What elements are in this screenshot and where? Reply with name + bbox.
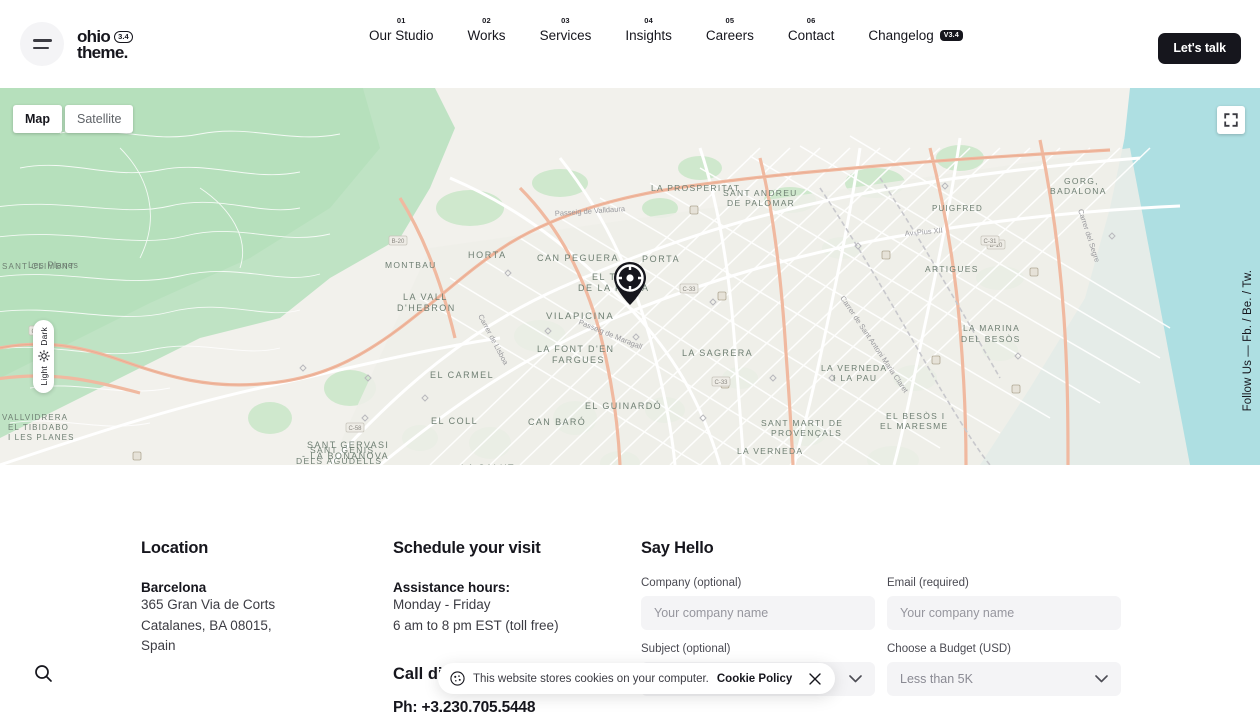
location-column: Location Barcelona 365 Gran Via de Corts… — [141, 539, 351, 657]
nav-label: Careers — [706, 28, 754, 43]
company-input[interactable] — [641, 596, 875, 630]
theme-toggle-light-label[interactable]: Light — [39, 366, 49, 385]
map-type-satellite-button[interactable]: Satellite — [65, 105, 133, 133]
nav-label: Services — [540, 28, 592, 43]
cookie-policy-link[interactable]: Cookie Policy — [717, 673, 792, 685]
field-label-subject: Subject (optional) — [641, 643, 875, 655]
search-icon[interactable] — [30, 660, 56, 686]
nav-item-changelog[interactable]: Changelog V3.4 — [851, 28, 963, 43]
site-header: ohio 3.4 theme. 01 Our Studio 02 Works 0… — [0, 0, 1260, 88]
field-email: Email (required) — [887, 577, 1121, 630]
social-link-twitter[interactable]: Tw. — [1242, 270, 1254, 288]
follow-us-label: Follow Us — [1242, 360, 1254, 411]
assistance-hours-line: 6 am to 8 pm EST (toll free) — [393, 616, 613, 637]
nav-label: Contact — [788, 28, 835, 43]
chevron-down-icon — [849, 675, 862, 683]
fullscreen-icon[interactable] — [1217, 106, 1245, 134]
phone-number[interactable]: Ph: +3.230.705.5448 — [393, 699, 613, 717]
cookie-icon — [450, 671, 465, 686]
budget-select[interactable]: Less than 5K — [887, 662, 1121, 696]
nav-label: Insights — [625, 28, 672, 43]
nav-item-services[interactable]: 03 Services — [523, 28, 609, 43]
brand-version-badge: 3.4 — [114, 31, 133, 44]
chevron-down-icon — [1095, 675, 1108, 683]
brand-logo[interactable]: ohio 3.4 theme. — [77, 29, 133, 60]
email-input[interactable] — [887, 596, 1121, 630]
assistance-hours-line: Monday - Friday — [393, 595, 613, 616]
nav-item-careers[interactable]: 05 Careers — [689, 28, 771, 43]
location-city: Barcelona — [141, 580, 351, 595]
theme-toggle-dark-label[interactable]: Dark — [39, 327, 49, 346]
location-title: Location — [141, 539, 351, 558]
map-type-map-button[interactable]: Map — [13, 105, 62, 133]
nav-item-works[interactable]: 02 Works — [451, 28, 523, 43]
budget-select-value: Less than 5K — [900, 672, 973, 686]
field-budget: Choose a Budget (USD) Less than 5K — [887, 643, 1121, 696]
say-hello-title: Say Hello — [641, 539, 1121, 558]
map-type-toggle: Map Satellite — [13, 105, 133, 133]
brand-name-line2: theme. — [77, 45, 133, 61]
nav-number: 05 — [725, 16, 734, 25]
nav-item-contact[interactable]: 06 Contact — [771, 28, 852, 43]
hamburger-menu-icon[interactable] — [20, 22, 64, 66]
follow-separator: / — [1242, 291, 1254, 294]
cookie-banner: This website stores cookies on your comp… — [438, 663, 835, 694]
changelog-version-badge: V3.4 — [940, 30, 963, 42]
lets-talk-button[interactable]: Let's talk — [1158, 33, 1241, 64]
nav-number: 06 — [807, 16, 816, 25]
map-theme-toggle[interactable]: Dark Light — [33, 320, 54, 393]
field-company: Company (optional) — [641, 577, 875, 630]
assistance-hours-label: Assistance hours: — [393, 580, 613, 595]
location-address-line: Catalanes, BA 08015, — [141, 616, 351, 637]
nav-item-our-studio[interactable]: 01 Our Studio — [352, 28, 451, 43]
social-link-facebook[interactable]: Fb. — [1242, 325, 1254, 342]
nav-number: 02 — [482, 16, 491, 25]
nav-number: 03 — [561, 16, 570, 25]
field-label-budget: Choose a Budget (USD) — [887, 643, 1121, 655]
hamburger-bar — [33, 47, 49, 50]
field-label-email: Email (required) — [887, 577, 1121, 589]
schedule-title: Schedule your visit — [393, 539, 613, 558]
social-link-behance[interactable]: Be. — [1242, 297, 1254, 315]
close-icon[interactable] — [809, 673, 821, 685]
page-root: ohio 3.4 theme. 01 Our Studio 02 Works 0… — [0, 0, 1260, 720]
nav-number: 01 — [397, 16, 406, 25]
follow-us-links: Follow Us — Fb. / Be. / Tw. — [1242, 270, 1254, 411]
follow-us-dash: — — [1242, 345, 1254, 357]
field-label-company: Company (optional) — [641, 577, 875, 589]
cookie-banner-text: This website stores cookies on your comp… — [473, 673, 709, 685]
nav-label: Changelog — [868, 28, 933, 43]
location-address-line: Spain — [141, 636, 351, 657]
main-navigation: 01 Our Studio 02 Works 03 Services 04 In… — [352, 28, 963, 43]
map-container[interactable]: Les PlanesSANT CLIMENTVALLVIDRERAEL TIBI… — [0, 88, 1260, 465]
location-address-line: 365 Gran Via de Corts — [141, 595, 351, 616]
nav-label: Our Studio — [369, 28, 434, 43]
nav-number: 04 — [644, 16, 653, 25]
hamburger-bar — [33, 39, 52, 42]
follow-separator: / — [1242, 318, 1254, 321]
nav-label: Works — [468, 28, 506, 43]
sun-icon — [38, 350, 50, 362]
location-pin-icon[interactable] — [612, 261, 648, 307]
nav-item-insights[interactable]: 04 Insights — [608, 28, 689, 43]
